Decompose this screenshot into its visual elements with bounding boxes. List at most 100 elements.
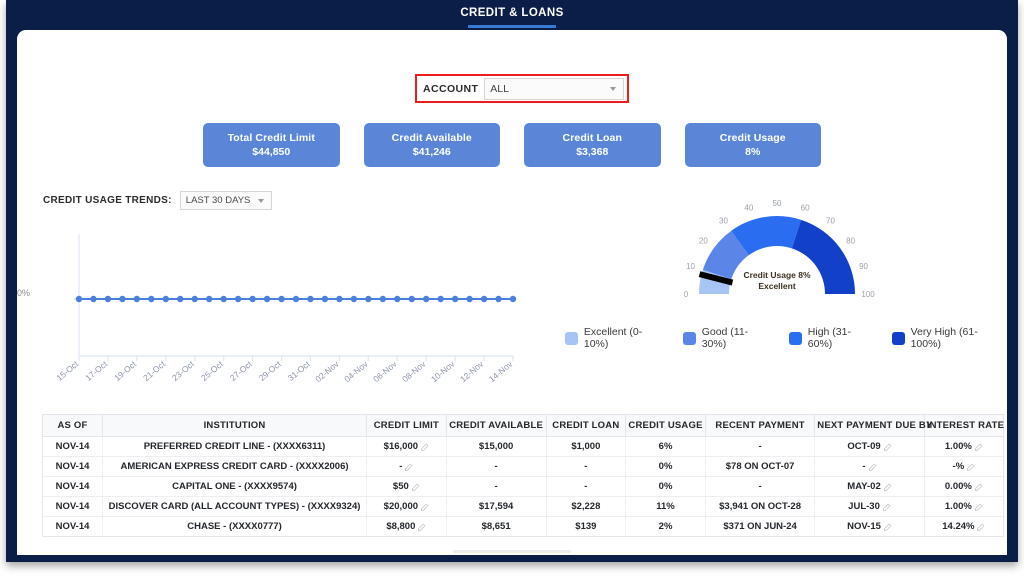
cell-next-payment-due-by[interactable]: JUL-30: [815, 497, 924, 517]
horizontal-scrollbar[interactable]: [453, 550, 571, 553]
legend-swatch: [565, 332, 578, 345]
cell-next-payment-due-by[interactable]: -: [815, 457, 924, 477]
edit-icon[interactable]: [975, 483, 983, 491]
legend-item-good: Good (11-30%): [683, 326, 772, 350]
cell-as-of: NOV-14: [43, 457, 103, 477]
column-header-credit-loan[interactable]: CREDIT LOAN: [546, 415, 626, 437]
cell-credit-available: -: [446, 477, 546, 497]
kpi-card-credit-available[interactable]: Credit Available $41,246: [364, 123, 501, 167]
edit-icon[interactable]: [884, 483, 892, 491]
column-header-institution[interactable]: INSTITUTION: [103, 415, 367, 437]
cell-credit-available: -: [446, 457, 546, 477]
column-header-next-payment-due-by[interactable]: NEXT PAYMENT DUE BY: [815, 415, 924, 437]
cell-interest-rate[interactable]: 14.24%: [924, 517, 1003, 537]
trend-range-select[interactable]: LAST 30 DAYS: [180, 191, 272, 210]
cell-credit-limit[interactable]: $50: [367, 477, 447, 497]
table-row[interactable]: NOV-14CHASE - (XXXX0777)$8,800$8,651$139…: [43, 517, 1003, 537]
edit-icon[interactable]: [967, 463, 975, 471]
edit-icon[interactable]: [975, 443, 983, 451]
cell-next-payment-due-by[interactable]: OCT-09: [815, 437, 924, 457]
x-tick-label: 14-Nov: [487, 358, 515, 384]
x-tick-label: 10-Nov: [429, 358, 457, 384]
kpi-value: $41,246: [413, 146, 451, 158]
x-tick-label: 29-Oct: [257, 358, 283, 382]
cell-next-payment-due-by-text: MAY-02: [847, 481, 880, 492]
gauge-tick-label: 80: [846, 237, 855, 246]
edit-icon[interactable]: [418, 523, 426, 531]
kpi-card-row: Total Credit Limit $44,850 Credit Availa…: [203, 123, 821, 167]
cell-institution: CAPITAL ONE - (XXXX9574): [103, 477, 367, 497]
cell-interest-rate[interactable]: 1.00%: [924, 497, 1003, 517]
cell-interest-rate[interactable]: -%: [924, 457, 1003, 477]
cell-credit-limit[interactable]: $16,000: [367, 437, 447, 457]
cell-as-of: NOV-14: [43, 497, 103, 517]
cell-credit-loan-text: $139: [575, 521, 596, 532]
kpi-card-total-credit-limit[interactable]: Total Credit Limit $44,850: [203, 123, 340, 167]
legend-label: Good (11-30%): [702, 326, 772, 350]
cell-credit-usage: 0%: [626, 457, 706, 477]
cell-interest-rate[interactable]: 0.00%: [924, 477, 1003, 497]
column-header-credit-usage[interactable]: CREDIT USAGE: [626, 415, 706, 437]
edit-icon[interactable]: [884, 523, 892, 531]
edit-icon[interactable]: [884, 443, 892, 451]
cell-next-payment-due-by[interactable]: MAY-02: [815, 477, 924, 497]
gauge-tick-label: 40: [744, 203, 753, 212]
column-header-credit-available[interactable]: CREDIT AVAILABLE: [446, 415, 546, 437]
account-select[interactable]: ALL: [484, 78, 624, 100]
credit-accounts-table-wrapper: AS OF INSTITUTION CREDIT LIMIT CREDIT AV…: [42, 414, 1004, 537]
cell-credit-available-text: -: [495, 481, 498, 492]
cell-credit-available-text: $17,594: [479, 501, 513, 512]
column-header-credit-limit[interactable]: CREDIT LIMIT: [367, 415, 447, 437]
table-row[interactable]: NOV-14 AMERICAN EXPRESS CREDIT CARD - (XX…: [43, 457, 1003, 477]
edit-icon[interactable]: [977, 523, 985, 531]
cell-credit-usage: 2%: [626, 517, 706, 537]
table-row[interactable]: NOV-14DISCOVER CARD (ALL ACCOUNT TYPES) …: [43, 497, 1003, 517]
cell-credit-limit-text: $20,000: [384, 501, 418, 512]
legend-swatch: [683, 332, 696, 345]
edit-icon[interactable]: [421, 503, 429, 511]
cell-credit-usage: 0%: [626, 477, 706, 497]
kpi-card-credit-loan[interactable]: Credit Loan $3,368: [524, 123, 661, 167]
app-screenshot: CREDIT & LOANS ACCOUNT ALL Total Credit …: [0, 0, 1024, 578]
cell-credit-available-text: $15,000: [479, 441, 513, 452]
account-filter[interactable]: ACCOUNT ALL: [415, 74, 629, 103]
edit-icon[interactable]: [869, 463, 877, 471]
edit-icon[interactable]: [412, 483, 420, 491]
legend-item-high: High (31-60%): [789, 326, 875, 350]
edit-icon[interactable]: [883, 503, 891, 511]
cell-interest-rate[interactable]: 1.00%: [924, 437, 1003, 457]
cell-next-payment-due-by-text: JUL-30: [848, 501, 880, 512]
table-row[interactable]: NOV-14PREFERRED CREDIT LINE - (XXXX6311)…: [43, 437, 1003, 457]
edit-icon[interactable]: [975, 503, 983, 511]
cell-credit-limit[interactable]: $20,000: [367, 497, 447, 517]
legend-item-excellent: Excellent (0-10%): [565, 326, 666, 350]
x-tick-label: 31-Oct: [286, 358, 312, 382]
cell-next-payment-due-by[interactable]: NOV-15: [815, 517, 924, 537]
cell-credit-usage-text: 2%: [659, 521, 673, 532]
x-tick-label: 15-Oct: [54, 358, 80, 382]
kpi-card-credit-usage[interactable]: Credit Usage 8%: [685, 123, 822, 167]
edit-icon[interactable]: [421, 443, 429, 451]
x-tick-label: 17-Oct: [83, 358, 109, 382]
cell-credit-available: $8,651: [446, 517, 546, 537]
x-tick-label: 12-Nov: [458, 358, 486, 384]
column-header-as-of[interactable]: AS OF: [43, 415, 103, 437]
column-header-interest-rate[interactable]: INTEREST RATE: [924, 415, 1003, 437]
cell-credit-limit[interactable]: -: [367, 457, 447, 477]
cell-credit-loan: $1,000: [546, 437, 626, 457]
column-header-recent-payment[interactable]: RECENT PAYMENT: [705, 415, 814, 437]
credit-accounts-table: AS OF INSTITUTION CREDIT LIMIT CREDIT AV…: [43, 415, 1003, 536]
cell-credit-available-text: $8,651: [482, 521, 511, 532]
chevron-down-icon: [610, 87, 616, 91]
legend-label: Very High (61-100%): [911, 326, 1007, 350]
legend-swatch: [892, 332, 905, 345]
credit-usage-trend-chart: 15-Oct17-Oct19-Oct21-Oct23-Oct25-Oct27-O…: [43, 216, 533, 396]
edit-icon[interactable]: [405, 463, 413, 471]
table-row[interactable]: NOV-14CAPITAL ONE - (XXXX9574)$50--0%-MA…: [43, 477, 1003, 497]
cell-next-payment-due-by-text: -: [862, 461, 865, 472]
cell-recent-payment-text: $3,941 ON OCT-28: [719, 501, 801, 512]
table-header-row: AS OF INSTITUTION CREDIT LIMIT CREDIT AV…: [43, 415, 1003, 437]
cell-institution-text: AMERICAN EXPRESS CREDIT CARD - (XXXX2006…: [120, 461, 348, 472]
cell-credit-available-text: -: [495, 461, 498, 472]
cell-credit-limit[interactable]: $8,800: [367, 517, 447, 537]
